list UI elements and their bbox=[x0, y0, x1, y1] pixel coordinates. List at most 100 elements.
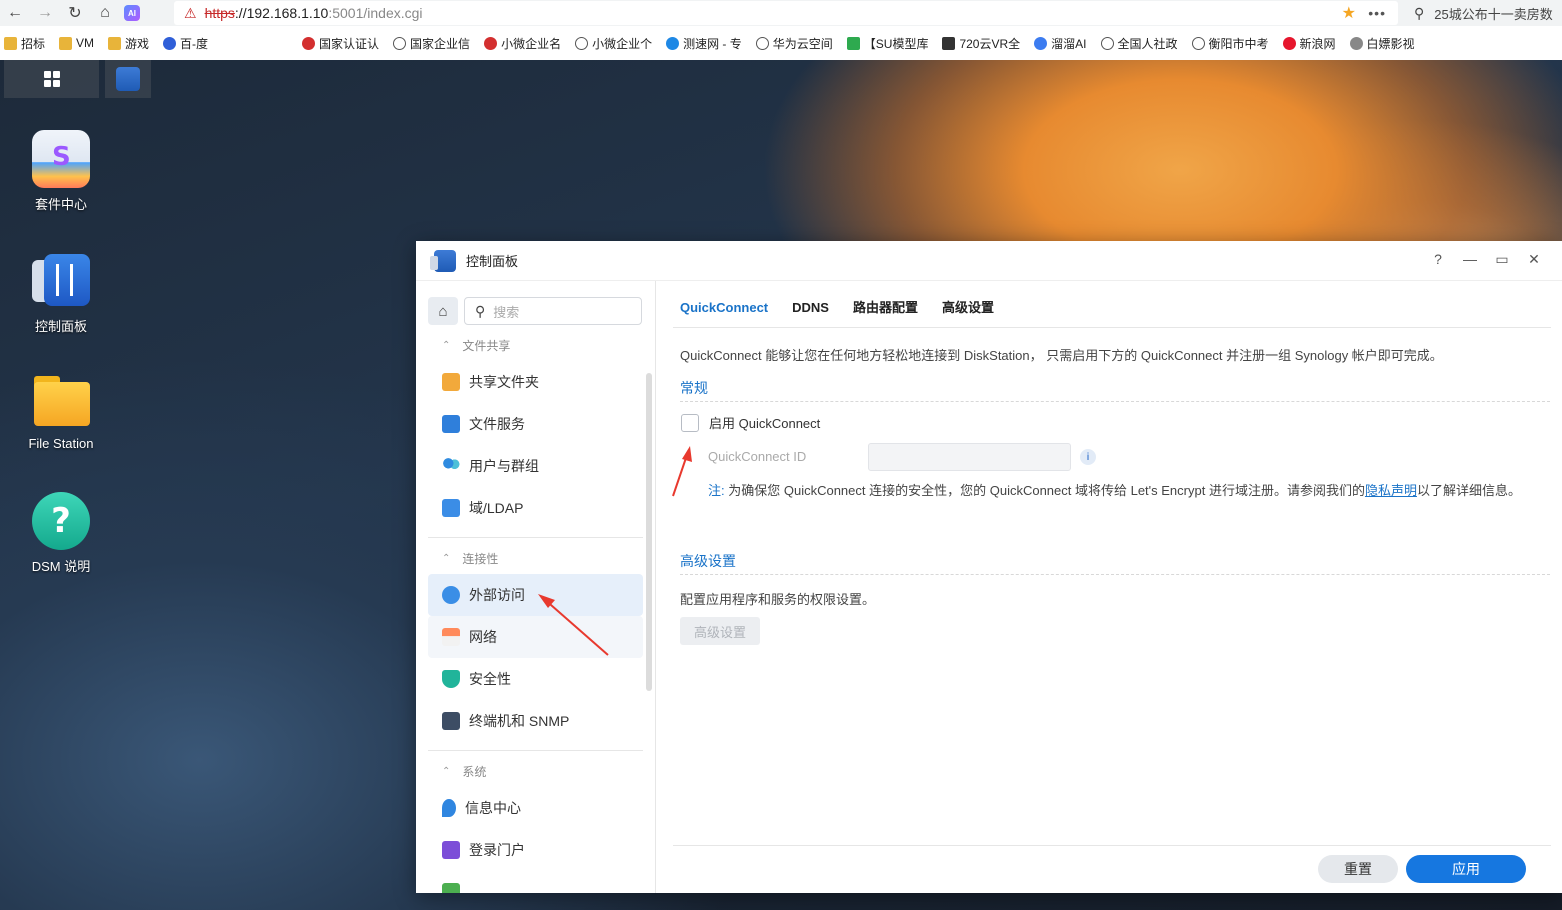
bookmark-item[interactable]: 国家企业信 bbox=[393, 35, 470, 52]
sidebar-item-partial[interactable] bbox=[428, 871, 643, 893]
control-panel-icon bbox=[116, 67, 140, 91]
section-label: 系统 bbox=[462, 765, 487, 779]
id-card-icon bbox=[442, 499, 460, 517]
address-bar[interactable]: ⚠ https://192.168.1.10:5001/index.cgi ★ … bbox=[174, 1, 1398, 25]
sidebar-item-network[interactable]: 网络 bbox=[428, 616, 643, 658]
reload-icon[interactable]: ↻ bbox=[60, 0, 90, 26]
bookmark-item[interactable]: 【SU模型库 bbox=[846, 35, 929, 52]
sidebar-search-input[interactable]: ⚲ 搜索 bbox=[464, 297, 642, 325]
section-system[interactable]: ⌃ 系统 bbox=[442, 763, 486, 780]
sidebar-item-domain-ldap[interactable]: 域/LDAP bbox=[428, 487, 643, 529]
tab-ddns[interactable]: DDNS bbox=[792, 295, 829, 327]
desktop-icon-dsm-help[interactable]: ? DSM 说明 bbox=[11, 492, 111, 575]
house-icon bbox=[442, 628, 460, 646]
bookmark-item[interactable]: VM bbox=[59, 36, 94, 50]
sidebar-item-shared-folder[interactable]: 共享文件夹 bbox=[428, 361, 643, 403]
bookmark-item[interactable]: 衡阳市中考 bbox=[1191, 35, 1269, 52]
desktop-icon-label: DSM 说明 bbox=[31, 559, 91, 574]
bookmark-item[interactable]: 招标 bbox=[4, 35, 45, 52]
shield-icon bbox=[442, 670, 460, 688]
external-access-icon bbox=[442, 586, 460, 604]
window-titlebar[interactable]: 控制面板 ? — ▭ ✕ bbox=[416, 241, 1562, 281]
bookmark-item[interactable]: 白嫖影视 bbox=[1349, 35, 1415, 52]
minimize-button[interactable]: — bbox=[1454, 251, 1486, 268]
info-icon[interactable]: i bbox=[1080, 449, 1096, 465]
users-icon bbox=[442, 457, 460, 475]
sidebar-item-label: 用户与群组 bbox=[469, 458, 539, 474]
back-icon[interactable]: ← bbox=[0, 0, 30, 26]
bookmark-star-icon[interactable]: ★ bbox=[1342, 3, 1356, 23]
content-pane: QuickConnect DDNS 路由器配置 高级设置 QuickConnec… bbox=[657, 281, 1562, 893]
browser-search-box[interactable]: ⚲ 25城公布十一卖房数 bbox=[1404, 0, 1562, 26]
sidebar-item-external-access[interactable]: 外部访问 bbox=[428, 574, 643, 616]
bookmark-label: 国家认证认 bbox=[319, 36, 380, 51]
film-icon bbox=[1349, 36, 1363, 50]
close-button[interactable]: ✕ bbox=[1518, 251, 1550, 268]
bookmark-item[interactable]: 测速网 - 专 bbox=[666, 35, 742, 52]
globe-icon bbox=[1191, 36, 1205, 50]
sidebar-item-terminal-snmp[interactable]: 终端机和 SNMP bbox=[428, 700, 643, 742]
sidebar-scrollbar[interactable] bbox=[646, 373, 652, 691]
maximize-button[interactable]: ▭ bbox=[1486, 251, 1518, 268]
more-icon[interactable]: ••• bbox=[1368, 5, 1386, 21]
tab-router-config[interactable]: 路由器配置 bbox=[853, 295, 918, 327]
forward-icon[interactable]: → bbox=[30, 0, 60, 26]
bookmark-item[interactable]: 游戏 bbox=[108, 35, 149, 52]
grid-icon bbox=[43, 71, 60, 87]
reset-button[interactable]: 重置 bbox=[1318, 855, 1398, 883]
bookmark-item[interactable]: 小微企业名 bbox=[484, 35, 561, 52]
sidebar-item-info-center[interactable]: 信息中心 bbox=[428, 787, 643, 829]
sidebar-item-label: 外部访问 bbox=[469, 587, 525, 603]
note-text: 注: 为确保您 QuickConnect 连接的安全性，您的 QuickConn… bbox=[708, 481, 1548, 501]
sidebar-item-login-portal[interactable]: 登录门户 bbox=[428, 829, 643, 871]
main-menu-button[interactable] bbox=[4, 60, 99, 98]
sidebar-item-security[interactable]: 安全性 bbox=[428, 658, 643, 700]
section-connectivity[interactable]: ⌃ 连接性 bbox=[442, 550, 498, 567]
divider bbox=[680, 401, 1550, 402]
bookmark-item[interactable]: 小微企业个 bbox=[575, 35, 652, 52]
apply-button[interactable]: 应用 bbox=[1406, 855, 1526, 883]
taskbar-control-panel[interactable] bbox=[105, 60, 151, 98]
tab-advanced[interactable]: 高级设置 bbox=[942, 295, 994, 327]
enable-quickconnect-checkbox[interactable] bbox=[681, 413, 699, 432]
ai-icon[interactable]: AI bbox=[124, 5, 140, 21]
file-station-icon bbox=[32, 372, 90, 430]
home-icon: ⌂ bbox=[438, 302, 448, 320]
bookmark-label: 百-度 bbox=[180, 36, 209, 51]
bookmark-label: 测速网 - 专 bbox=[683, 36, 742, 51]
insecure-shield-icon[interactable]: ⚠ bbox=[184, 5, 197, 22]
sidebar-item-file-services[interactable]: 文件服务 bbox=[428, 403, 643, 445]
general-header: 常规 bbox=[680, 380, 708, 396]
home-icon[interactable]: ⌂ bbox=[90, 0, 120, 26]
desktop-icon-package-center[interactable]: S 套件中心 bbox=[11, 130, 111, 213]
section-file-sharing[interactable]: ⌃ 文件共享 bbox=[442, 337, 510, 354]
desktop-icon-file-station[interactable]: File Station bbox=[11, 372, 111, 451]
bookmark-label: 华为云空间 bbox=[772, 36, 833, 51]
privacy-link[interactable]: 隐私声明 bbox=[1365, 483, 1417, 498]
bookmark-label: 新浪网 bbox=[1299, 36, 1336, 51]
search-icon: ⚲ bbox=[475, 302, 486, 319]
enable-quickconnect-row[interactable]: 启用 QuickConnect bbox=[681, 413, 820, 432]
bookmark-item[interactable]: 新浪网 bbox=[1282, 35, 1336, 52]
bookmark-item[interactable]: 溜溜AI bbox=[1034, 35, 1087, 52]
divider bbox=[428, 750, 643, 751]
chevron-up-icon: ⌃ bbox=[442, 340, 451, 351]
note-suffix: 以了解详细信息。 bbox=[1416, 483, 1521, 498]
quickconnect-id-input[interactable] bbox=[868, 443, 1071, 471]
bookmark-item[interactable]: 720云VR全 bbox=[942, 35, 1020, 52]
bookmark-item[interactable]: 华为云空间 bbox=[755, 35, 833, 52]
home-button[interactable]: ⌂ bbox=[428, 297, 458, 325]
bookmark-item[interactable]: 全国人社政 bbox=[1100, 35, 1178, 52]
sidebar-item-user-group[interactable]: 用户与群组 bbox=[428, 445, 643, 487]
tab-bar: QuickConnect DDNS 路由器配置 高级设置 bbox=[680, 295, 1018, 327]
help-button[interactable]: ? bbox=[1422, 251, 1454, 268]
desktop-icon-control-panel[interactable]: 控制面板 bbox=[11, 252, 111, 335]
advanced-settings-button[interactable]: 高级设置 bbox=[680, 617, 760, 645]
url-path: :5001/index.cgi bbox=[328, 5, 423, 21]
bookmark-item[interactable]: 百-度 bbox=[163, 35, 208, 52]
chevron-up-icon: ⌃ bbox=[442, 766, 451, 777]
tab-quickconnect[interactable]: QuickConnect bbox=[680, 295, 768, 327]
sidebar-item-label: 网络 bbox=[469, 629, 497, 645]
bookmark-label: 【SU模型库 bbox=[863, 36, 929, 51]
bookmark-item[interactable]: 国家认证认 bbox=[302, 35, 379, 52]
